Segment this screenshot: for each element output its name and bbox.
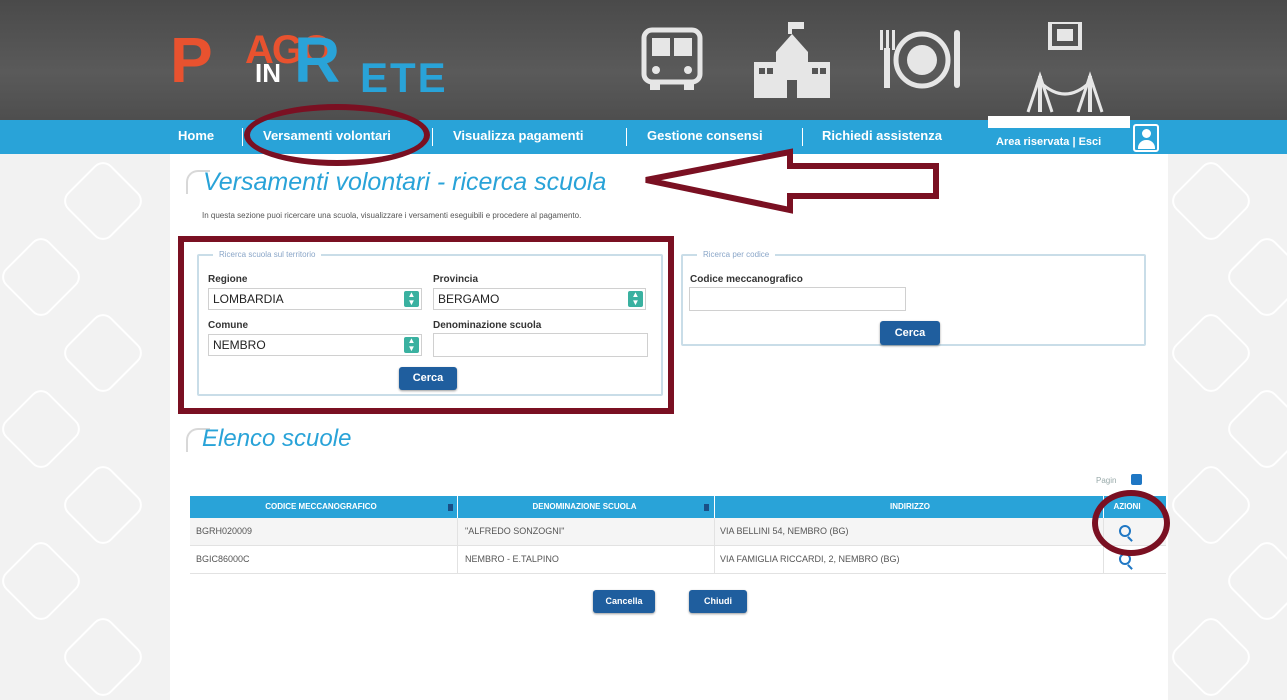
cancel-button[interactable]: Cancella [593,590,655,613]
left-background-pattern [0,154,170,700]
table-header: Codice meccanografico Denominazione scuo… [190,496,1166,518]
codice-label: Codice meccanografico [690,274,803,285]
code-search-button[interactable]: Cerca [880,321,940,345]
pagoinrete-logo[interactable]: P AGO IN R ETE [170,20,470,101]
logo-letter-r: R [294,24,341,96]
table-row: BGIC86000C NEMBRO - E.TALPINO VIA FAMIGL… [190,546,1166,574]
nav-separator [242,128,243,146]
site-header: P AGO IN R ETE [0,0,1287,120]
pagination-label: Pagin [1096,476,1117,485]
right-background-pattern [1168,154,1287,700]
cell-divider [457,518,458,545]
bus-icon [636,22,708,109]
code-search-legend: Ricerca per codice [703,250,770,259]
annotation-oval-actions [1092,490,1170,556]
intro-text: In questa sezione puoi ricercare una scu… [202,211,582,220]
nav-separator [432,128,433,146]
cell-divider [714,546,715,573]
logo-letter-p: P [170,24,213,96]
pagination-icon[interactable] [1131,474,1142,485]
table-row: BGRH020009 "ALFREDO SONZOGNI" VIA BELLIN… [190,518,1166,546]
account-name-redacted [988,116,1130,128]
museum-icon [1020,20,1110,129]
annotation-rectangle-search [178,236,674,414]
cell-divider [1103,546,1104,573]
row-indirizzo: VIA BELLINI 54, NEMBRO (BG) [720,526,849,536]
row-codice: BGIC86000C [196,554,250,564]
sort-icon[interactable] [448,504,453,511]
row-denominazione: NEMBRO - E.TALPINO [465,554,559,564]
user-icon[interactable] [1133,124,1159,152]
results-title: Elenco scuole [202,425,352,452]
sort-icon[interactable] [704,504,709,511]
column-indirizzo: Indirizzo [890,502,930,511]
nav-separator [626,128,627,146]
annotation-arrow [645,148,939,214]
close-button[interactable]: Chiudi [689,590,747,613]
page-title: Versamenti volontari - ricerca scuola [203,168,607,196]
school-icon [752,22,832,115]
logo-in: IN [255,58,281,88]
column-denominazione[interactable]: Denominazione scuola [458,496,711,518]
nav-visualizza-pagamenti[interactable]: Visualizza pagamenti [453,120,584,154]
annotation-oval-nav [244,104,430,166]
nav-separator [802,128,803,146]
cell-divider [714,518,715,545]
row-codice: BGRH020009 [196,526,253,536]
codice-meccanografico-input[interactable] [689,287,906,311]
dining-icon [874,22,964,109]
nav-home[interactable]: Home [178,120,214,154]
cell-divider [457,546,458,573]
row-indirizzo: VIA FAMIGLIA RICCARDI, 2, NEMBRO (BG) [720,554,900,564]
account-links[interactable]: Area riservata | Esci [996,136,1101,148]
column-codice[interactable]: Codice meccanografico [190,496,452,518]
row-denominazione: "ALFREDO SONZOGNI" [465,526,565,536]
